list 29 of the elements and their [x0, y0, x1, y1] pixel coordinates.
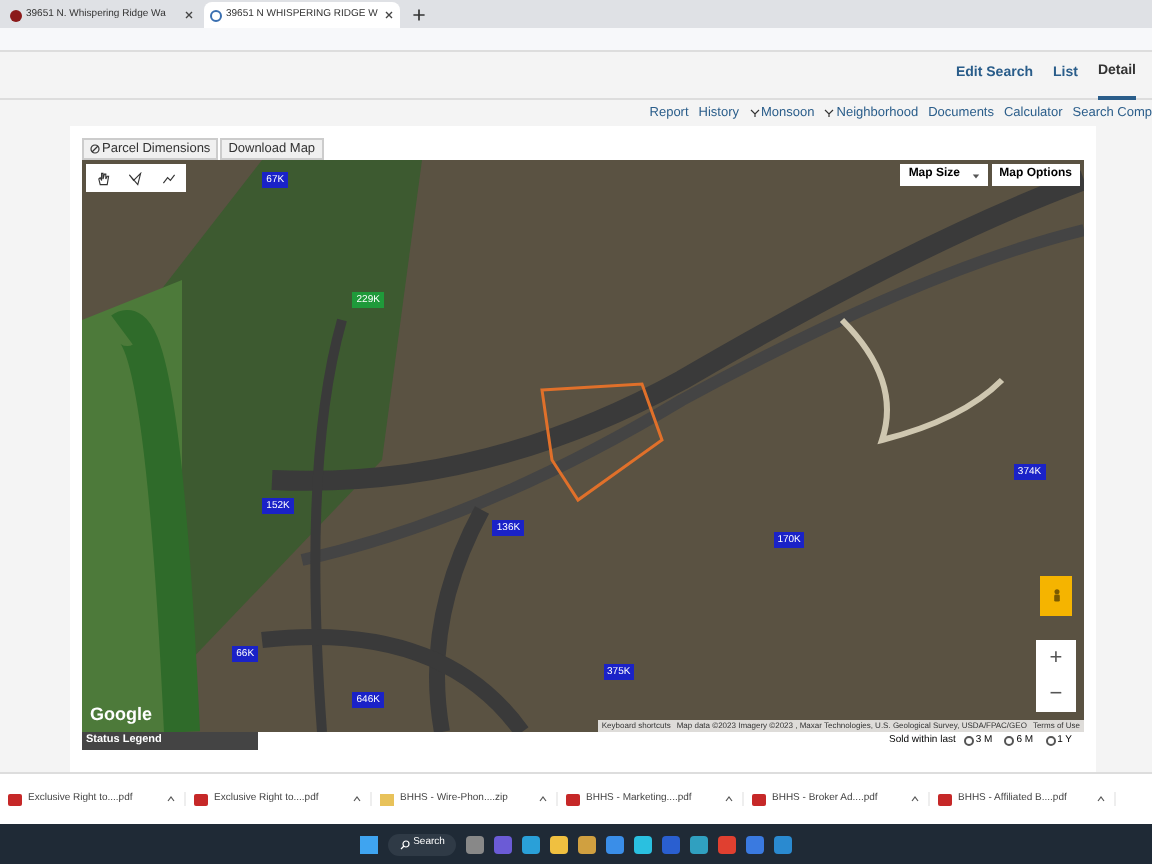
caret-icon[interactable]	[538, 794, 548, 804]
site-icon	[10, 9, 22, 21]
caret-icon[interactable]	[166, 794, 176, 804]
map-logo: Google	[90, 701, 152, 728]
folder-icon	[380, 793, 394, 805]
blocked-icon	[90, 144, 100, 154]
caret-icon[interactable]	[724, 794, 734, 804]
person-icon	[1049, 586, 1063, 606]
zoom-button[interactable]: −	[1036, 676, 1076, 712]
windows-icon[interactable]	[359, 835, 378, 853]
pdf-icon	[8, 793, 22, 805]
close-icon[interactable]	[184, 10, 194, 20]
zoom-button[interactable]: +	[1036, 640, 1076, 676]
location-icon	[210, 9, 222, 21]
pdf-icon	[194, 793, 208, 805]
polygon-icon[interactable]	[128, 171, 143, 185]
pdf-icon	[752, 793, 766, 805]
close-icon[interactable]	[384, 10, 394, 20]
new-tab-icon[interactable]	[412, 8, 426, 22]
caret-icon[interactable]	[910, 794, 920, 804]
line-icon[interactable]	[162, 171, 177, 185]
street-view-button[interactable]	[1040, 576, 1072, 616]
search-icon	[399, 839, 410, 849]
hand-icon[interactable]	[95, 171, 110, 185]
caret-icon	[972, 171, 980, 179]
pdf-icon	[566, 793, 580, 805]
pdf-icon	[938, 793, 952, 805]
caret-icon[interactable]	[352, 794, 362, 804]
caret-icon[interactable]	[1096, 794, 1106, 804]
